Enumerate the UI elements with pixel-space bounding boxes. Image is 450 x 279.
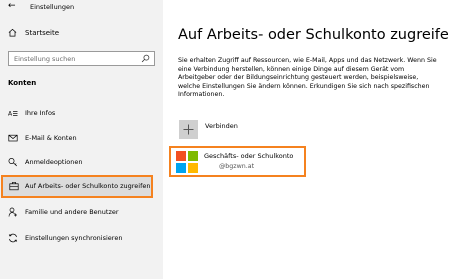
- sidebar: ← Einstellungen Startseite Einstellung s…: [0, 0, 163, 279]
- account-name: Geschäfts- oder Schulkonto: [204, 152, 294, 160]
- description-text: Sie erhalten Zugriff auf Ressourcen, wie…: [178, 57, 437, 99]
- main-content: Auf Arbeits- oder Schulkonto zugreifen S…: [163, 0, 450, 279]
- person-add-icon: [8, 207, 17, 217]
- sidebar-item-label: Familie und andere Benutzer: [25, 208, 119, 216]
- sidebar-item-label: Einstellungen synchronisieren: [25, 234, 123, 242]
- page-title: Auf Arbeits- oder Schulkonto zugreifen: [178, 27, 450, 43]
- home-icon: [8, 28, 17, 37]
- sidebar-item-label: Ihre Infos: [25, 109, 56, 117]
- sidebar-item-email-konten[interactable]: E-Mail & Konten: [0, 128, 163, 148]
- search-placeholder: Einstellung suchen: [14, 55, 76, 63]
- account-email: @bgzwn.at: [219, 163, 255, 170]
- briefcase-icon: [9, 181, 19, 191]
- sidebar-item-label: Anmeldeoptionen: [25, 158, 83, 166]
- sidebar-item-anmeldeoptionen[interactable]: Anmeldeoptionen: [0, 152, 163, 172]
- sidebar-item-label: Auf Arbeits- oder Schulkonto zugreifen: [25, 182, 151, 190]
- contact-card-icon: A: [8, 111, 18, 118]
- plus-icon: [183, 124, 194, 135]
- sidebar-item-familie[interactable]: Familie und andere Benutzer: [0, 202, 163, 222]
- connect-button[interactable]: [179, 120, 198, 139]
- sidebar-item-label: E-Mail & Konten: [25, 134, 77, 142]
- app-title: Einstellungen: [30, 3, 75, 11]
- mail-icon: [8, 134, 18, 142]
- connect-label[interactable]: Verbinden: [205, 122, 238, 130]
- search-input[interactable]: Einstellung suchen: [8, 51, 155, 66]
- svg-text:A: A: [8, 111, 13, 118]
- back-arrow-icon[interactable]: ←: [8, 1, 16, 11]
- work-school-account[interactable]: Geschäfts- oder Schulkonto @bgzwn.at: [169, 146, 306, 177]
- sidebar-item-home[interactable]: Startseite: [0, 24, 163, 42]
- sidebar-item-sync[interactable]: Einstellungen synchronisieren: [0, 228, 163, 248]
- sidebar-item-arbeits-schulkonto[interactable]: Auf Arbeits- oder Schulkonto zugreifen: [1, 175, 153, 198]
- home-label: Startseite: [25, 29, 60, 37]
- search-icon[interactable]: [141, 54, 150, 63]
- key-icon: [8, 158, 18, 167]
- microsoft-logo-icon: [176, 151, 198, 173]
- section-heading: Konten: [8, 79, 37, 87]
- sidebar-item-ihre-infos[interactable]: A Ihre Infos: [0, 103, 163, 123]
- sync-icon: [8, 233, 18, 243]
